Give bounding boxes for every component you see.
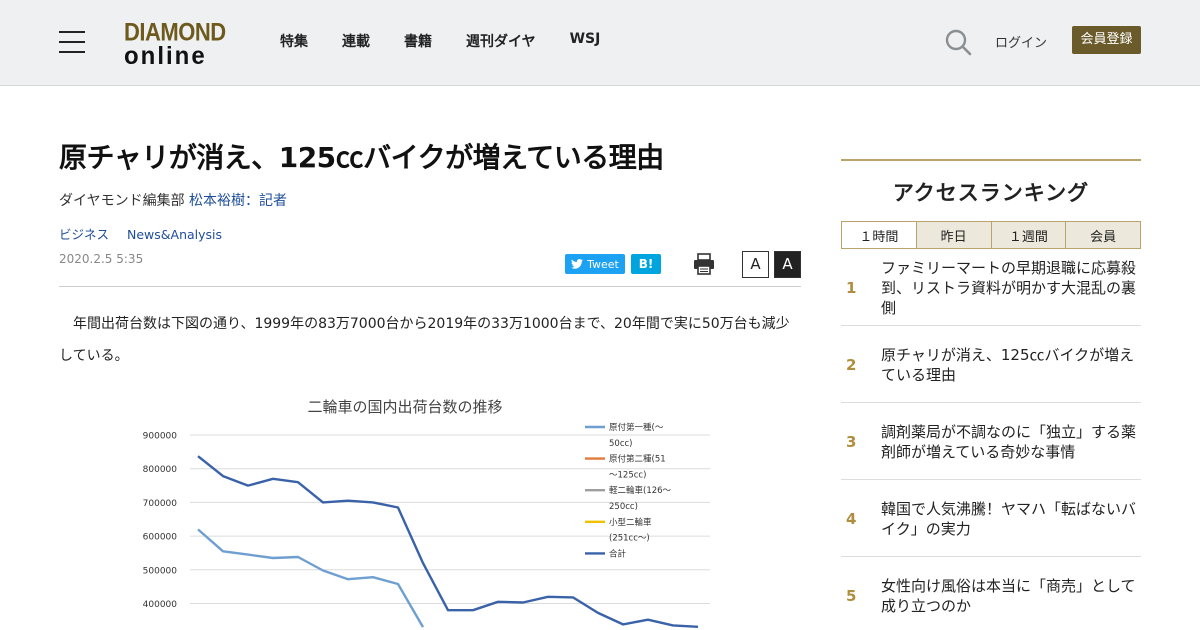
site-logo[interactable]: DIAMOND online	[124, 19, 226, 71]
chart-title: 二輪車の国内出荷台数の推移	[307, 398, 502, 416]
ranking-title-link[interactable]: 調剤薬局が不調なのに「独立」する薬剤師が増えている奇妙な事情	[881, 403, 1141, 480]
ranking-number: 4	[846, 509, 857, 528]
ranking-list: 1 ファミリーマートの早期退職に応募殺到、リストラ資料が明かす大混乱の裏側 2 …	[841, 249, 1141, 630]
search-icon[interactable]	[944, 28, 972, 56]
ranking-title: アクセスランキング	[892, 181, 1090, 205]
tab-1-hour[interactable]: １時間	[842, 222, 916, 248]
article-divider	[59, 286, 801, 287]
print-icon[interactable]	[693, 253, 715, 275]
legend-label: 50cc)	[609, 439, 632, 449]
publish-date: 2020.2.5 5:35	[59, 252, 144, 266]
shipment-trend-chart: 二輪車の国内出荷台数の推移 900000 800000 700000 600000 500…	[143, 398, 710, 628]
ranking-item[interactable]: 4 韓国で人気沸騰！ヤマハ「転ばないバイク」の実力	[841, 480, 1141, 557]
ranking-number: 3	[846, 432, 857, 451]
tab-yesterday[interactable]: 昨日	[915, 222, 991, 248]
article-paragraph: 年間出荷台数は下図の通り、1999年の83万7000台から2019年の33万10…	[59, 316, 790, 364]
font-size-large-button[interactable]: A	[774, 250, 801, 278]
ranking-title-link[interactable]: 韓国で人気沸騰！ヤマハ「転ばないバイク」の実力	[881, 480, 1141, 557]
global-nav: 特集 連載 書籍 週刊ダイヤ WSJ	[280, 31, 634, 51]
ranking-title-link[interactable]: ファミリーマートの早期退職に応募殺到、リストラ資料が明かす大混乱の裏側	[881, 249, 1141, 326]
legend-label: 軽二輪車(126～	[609, 485, 672, 496]
article-tags: ビジネス News&Analysis	[59, 224, 801, 243]
ranking-number: 5	[846, 586, 857, 605]
legend-label: 250cc)	[609, 502, 638, 512]
article-title: 原チャリが消え、125㏄バイクが増えている理由	[59, 141, 664, 174]
ranking-item[interactable]: 1 ファミリーマートの早期退職に応募殺到、リストラ資料が明かす大混乱の裏側	[841, 249, 1141, 326]
byline-prefix: ダイヤモンド編集部	[59, 193, 190, 210]
ranking-tabs: １時間 昨日 １週間 会員	[841, 221, 1141, 249]
legend-label: 合計	[609, 548, 627, 559]
nav-item-weekly-diamond[interactable]: 週刊ダイヤ	[466, 31, 536, 51]
tweet-button[interactable]: Tweet	[565, 254, 625, 274]
ranking-item[interactable]: 2 原チャリが消え、125㏄バイクが増えている理由	[841, 326, 1141, 403]
byline: ダイヤモンド編集部 松本裕樹：記者	[59, 190, 801, 210]
nav-item-wsj[interactable]: WSJ	[570, 31, 601, 51]
legend-label: ～125cc)	[609, 470, 646, 480]
article-tools: Tweet B! A A	[565, 250, 801, 278]
nav-item-books[interactable]: 書籍	[404, 31, 432, 51]
font-size-small-button[interactable]: A	[742, 250, 769, 278]
ranking-number: 1	[846, 278, 857, 297]
tweet-label: Tweet	[587, 257, 619, 271]
tab-members[interactable]: 会員	[1065, 222, 1140, 248]
ranking-item[interactable]: 3 調剤薬局が不調なのに「独立」する薬剤師が増えている奇妙な事情	[841, 403, 1141, 480]
login-link[interactable]: ログイン	[995, 32, 1047, 51]
y-tick-label: 800000	[143, 465, 178, 475]
tag-business[interactable]: ビジネス	[59, 227, 109, 242]
legend-label: 小型二輪車	[609, 517, 652, 528]
article: 原チャリが消え、125㏄バイクが増えている理由 ダイヤモンド編集部 松本裕樹：記…	[59, 140, 801, 364]
tab-1-week[interactable]: １週間	[990, 222, 1066, 248]
author-link[interactable]: 松本裕樹：記者	[189, 193, 287, 209]
sidebar-divider	[841, 159, 1141, 161]
hatena-bookmark-button[interactable]: B!	[631, 254, 661, 274]
ranking-number: 2	[846, 355, 857, 374]
series-line-0	[197, 528, 425, 628]
y-tick-label: 900000	[143, 432, 178, 442]
y-tick-label: 600000	[143, 533, 178, 543]
ranking-title-link[interactable]: 女性向け風俗は本当に「商売」として成り立つのか	[881, 557, 1141, 630]
legend-label: 原付第一種(～	[609, 422, 664, 433]
y-tick-label: 700000	[143, 499, 178, 509]
nav-item-series[interactable]: 連載	[342, 31, 370, 51]
nav-item-features[interactable]: 特集	[280, 31, 308, 51]
logo-text-online: online	[124, 41, 207, 71]
legend-label: 原付第二種(51	[609, 454, 666, 465]
y-tick-label: 400000	[143, 600, 178, 610]
y-tick-label: 500000	[143, 566, 178, 576]
ranking-item[interactable]: 5 女性向け風俗は本当に「商売」として成り立つのか	[841, 557, 1141, 630]
twitter-bird-icon	[571, 259, 584, 269]
menu-icon[interactable]	[59, 31, 85, 53]
ranking-title-link[interactable]: 原チャリが消え、125㏄バイクが増えている理由	[881, 326, 1141, 403]
sidebar: アクセスランキング １時間 昨日 １週間 会員 1 ファミリーマートの早期退職に…	[841, 159, 1141, 630]
legend-label: (251cc～)	[609, 534, 650, 544]
site-header: DIAMOND online 特集 連載 書籍 週刊ダイヤ WSJ ログイン 会…	[0, 0, 1200, 86]
tag-news-analysis[interactable]: News&Analysis	[127, 227, 222, 242]
register-button[interactable]: 会員登録	[1072, 26, 1141, 54]
